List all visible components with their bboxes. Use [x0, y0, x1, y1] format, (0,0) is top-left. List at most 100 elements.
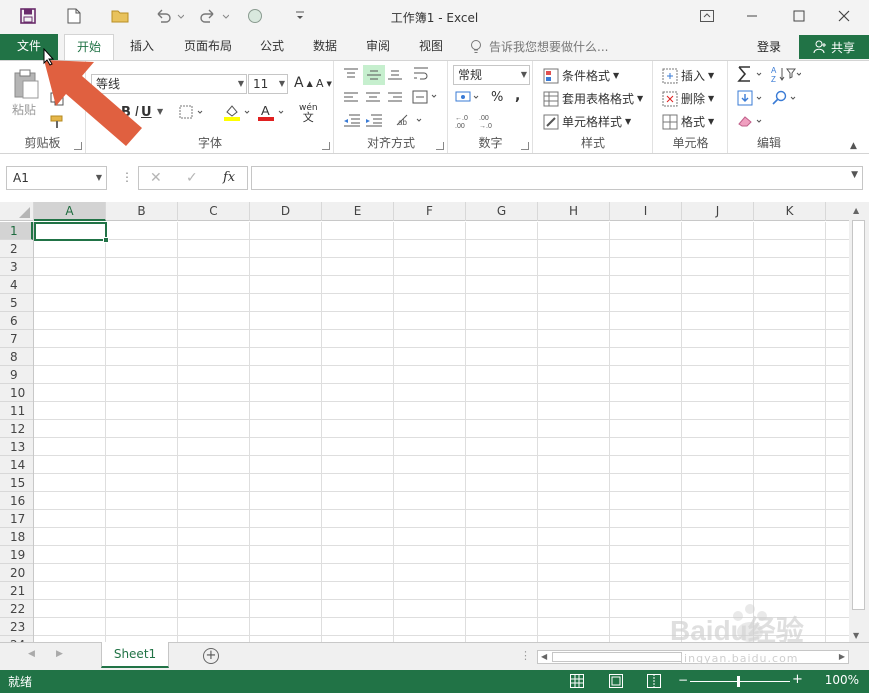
scroll-left-icon[interactable]: ◀	[541, 652, 547, 661]
column-header[interactable]: F	[394, 202, 466, 221]
bold-button[interactable]: B	[121, 105, 131, 120]
tab-splitter-icon[interactable]: ⋮	[520, 650, 531, 661]
row-header[interactable]: 4	[0, 276, 33, 294]
align-top-icon[interactable]	[343, 67, 359, 81]
next-sheet-icon[interactable]: ▶	[56, 649, 63, 659]
row-header[interactable]: 11	[0, 402, 33, 420]
grow-font-button[interactable]: A ▲	[294, 75, 313, 91]
paste-icon[interactable]	[12, 69, 40, 102]
fill-icon[interactable]	[737, 90, 767, 106]
normal-view-icon[interactable]	[570, 674, 584, 691]
prev-sheet-icon[interactable]: ◀	[28, 649, 35, 659]
row-header[interactable]: 1	[0, 222, 33, 240]
row-header[interactable]: 9	[0, 366, 33, 384]
tab-review[interactable]: 审阅	[356, 34, 400, 60]
increase-indent-icon[interactable]	[365, 113, 383, 127]
tab-page-layout[interactable]: 页面布局	[176, 34, 240, 60]
decrease-decimal-icon[interactable]: .00 →.0	[479, 113, 501, 129]
scroll-down-icon[interactable]: ▼	[853, 631, 859, 640]
column-header[interactable]: I	[610, 202, 682, 221]
name-box[interactable]: A1 ▼	[6, 166, 107, 190]
row-header[interactable]: 14	[0, 456, 33, 474]
align-center-icon[interactable]	[365, 91, 381, 105]
zoom-slider-thumb[interactable]	[737, 676, 740, 687]
underline-button[interactable]: U	[141, 105, 152, 120]
column-header[interactable]: C	[178, 202, 250, 221]
worksheet-grid[interactable]: A B C D E F G H I J K 1 2 3 4 5 6 7 8 9 …	[0, 202, 849, 642]
fill-handle[interactable]	[103, 237, 109, 243]
expand-formula-bar-icon[interactable]: ▼	[851, 170, 858, 180]
comma-style-button[interactable]: ,	[515, 88, 520, 104]
alignment-launcher-icon[interactable]	[436, 142, 444, 150]
cell-area[interactable]	[34, 222, 849, 642]
row-header[interactable]: 22	[0, 600, 33, 618]
active-cell-a1[interactable]	[34, 222, 107, 241]
collapse-ribbon-icon[interactable]: ▲	[850, 141, 857, 151]
paste-button[interactable]: 粘贴	[12, 101, 36, 118]
row-header[interactable]: 13	[0, 438, 33, 456]
borders-icon[interactable]	[179, 105, 205, 119]
cell-styles-button[interactable]: 单元格样式 ▼	[543, 113, 631, 130]
font-name-dropdown[interactable]: 等线 ▼	[91, 74, 247, 94]
row-header[interactable]: 21	[0, 582, 33, 600]
scroll-up-icon[interactable]: ▲	[853, 206, 859, 215]
column-header[interactable]: D	[250, 202, 322, 221]
vertical-scroll-thumb[interactable]	[852, 220, 865, 610]
row-header[interactable]: 10	[0, 384, 33, 402]
share-button[interactable]: 共享	[799, 35, 869, 59]
column-header[interactable]: B	[106, 202, 178, 221]
formula-bar-grip-icon[interactable]: ⋮	[121, 170, 133, 184]
orientation-icon[interactable]: ab	[395, 113, 425, 127]
ribbon-display-options-icon[interactable]	[689, 4, 725, 28]
row-header[interactable]: 16	[0, 492, 33, 510]
column-header[interactable]: J	[682, 202, 754, 221]
insert-cells-button[interactable]: 插入 ▼	[662, 67, 714, 84]
minimize-button[interactable]	[734, 4, 770, 28]
scroll-right-icon[interactable]: ▶	[839, 652, 845, 661]
format-as-table-button[interactable]: 套用表格格式 ▼	[543, 90, 643, 107]
tab-insert[interactable]: 插入	[120, 34, 164, 60]
column-header[interactable]: K	[754, 202, 826, 221]
clear-icon[interactable]	[737, 113, 767, 129]
autosum-icon[interactable]	[737, 65, 767, 83]
row-header[interactable]: 8	[0, 348, 33, 366]
row-header[interactable]: 6	[0, 312, 33, 330]
format-cells-button[interactable]: 格式 ▼	[662, 113, 714, 130]
formula-input[interactable]: ▼	[251, 166, 863, 190]
format-painter-icon[interactable]	[50, 115, 64, 129]
zoom-level[interactable]: 100%	[825, 673, 859, 687]
page-break-view-icon[interactable]	[647, 674, 661, 691]
font-size-dropdown[interactable]: 11 ▼	[248, 74, 288, 94]
zoom-in-icon[interactable]: +	[792, 672, 803, 687]
row-header[interactable]: 5	[0, 294, 33, 312]
align-bottom-icon[interactable]	[387, 67, 403, 81]
page-layout-view-icon[interactable]	[609, 674, 623, 691]
maximize-button[interactable]	[781, 4, 817, 28]
shrink-font-button[interactable]: A ▼	[316, 77, 332, 90]
clipboard-launcher-icon[interactable]	[74, 142, 82, 150]
tab-formulas[interactable]: 公式	[250, 34, 294, 60]
sign-in-link[interactable]: 登录	[757, 38, 781, 55]
merge-center-icon[interactable]	[412, 89, 440, 105]
find-select-icon[interactable]	[771, 90, 801, 106]
row-header[interactable]: 15	[0, 474, 33, 492]
increase-decimal-icon[interactable]: ←.0.00	[455, 113, 477, 129]
sort-filter-icon[interactable]: AZ	[771, 65, 801, 83]
cancel-icon[interactable]: ✕	[150, 170, 162, 186]
fill-color-icon[interactable]	[223, 103, 251, 121]
column-header[interactable]: H	[538, 202, 610, 221]
row-header[interactable]: 17	[0, 510, 33, 528]
row-header[interactable]: 3	[0, 258, 33, 276]
number-launcher-icon[interactable]	[521, 142, 529, 150]
decrease-indent-icon[interactable]	[343, 113, 361, 127]
column-header[interactable]: E	[322, 202, 394, 221]
percent-button[interactable]: %	[491, 90, 503, 105]
enter-icon[interactable]: ✓	[186, 170, 198, 186]
tell-me-search[interactable]: 告诉我您想要做什么...	[489, 38, 608, 55]
tab-data[interactable]: 数据	[303, 34, 347, 60]
select-all-corner[interactable]	[0, 202, 34, 221]
zoom-out-icon[interactable]: −	[678, 673, 688, 687]
column-header[interactable]: A	[34, 202, 106, 221]
delete-cells-button[interactable]: 删除 ▼	[662, 90, 714, 107]
align-left-icon[interactable]	[343, 91, 359, 105]
